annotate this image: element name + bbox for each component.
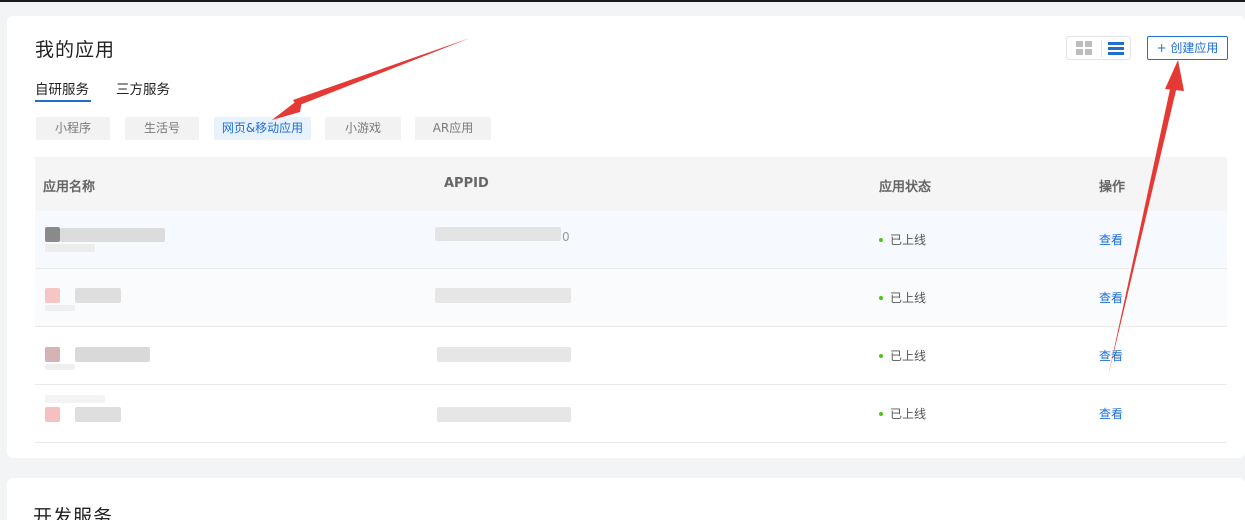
my-apps-card: 我的应用 自研服务 三方服务 小程序 生活号 网页&移动应用 小游戏 AR应用 … — [7, 16, 1245, 458]
dev-services-card: 开发服务 — [7, 478, 1245, 520]
tab-self-developed[interactable]: 自研服务 — [35, 78, 89, 98]
filter-mini-game[interactable]: 小游戏 — [325, 117, 401, 140]
status-dot — [879, 295, 883, 300]
appid-redacted — [437, 407, 571, 422]
status-dot — [879, 411, 883, 416]
status-badge: 已上线 — [879, 347, 926, 364]
app-name-redacted — [75, 407, 121, 422]
app-icon-redacted — [45, 347, 60, 362]
status-badge: 已上线 — [879, 405, 926, 422]
appid-tail: 0 — [562, 230, 570, 244]
column-header-action: 操作 — [1099, 180, 1126, 195]
filter-mini-program[interactable]: 小程序 — [36, 117, 110, 140]
filter-life-account[interactable]: 生活号 — [125, 117, 199, 140]
app-icon-redacted — [45, 227, 60, 242]
active-tab-underline — [35, 100, 91, 102]
app-name-redacted — [45, 244, 95, 252]
status-badge: 已上线 — [879, 289, 926, 306]
appid-redacted — [435, 288, 571, 303]
app-name-redacted — [75, 347, 150, 362]
view-toggle — [1066, 36, 1131, 60]
app-icon-redacted — [45, 407, 60, 422]
appid-redacted — [437, 347, 571, 362]
app-name-redacted — [45, 395, 105, 403]
table-header: 应用名称 APPID 应用状态 操作 — [35, 157, 1227, 211]
filter-ar-app[interactable]: AR应用 — [415, 117, 491, 140]
page-title: 我的应用 — [35, 39, 116, 61]
table-row: 已上线 查看 — [35, 385, 1227, 443]
filter-web-mobile-app[interactable]: 网页&移动应用 — [214, 117, 311, 140]
status-text: 已上线 — [890, 291, 927, 305]
apps-table: 应用名称 APPID 应用状态 操作 0 已上线 查看 已上线 查看 已上线 查… — [35, 157, 1227, 443]
status-text: 已上线 — [890, 407, 927, 421]
column-header-status: 应用状态 — [879, 180, 932, 195]
column-header-appid: APPID — [444, 176, 489, 191]
status-text: 已上线 — [890, 233, 927, 247]
tab-third-party[interactable]: 三方服务 — [116, 78, 170, 98]
view-link[interactable]: 查看 — [1099, 289, 1123, 306]
window-top-border — [0, 0, 1245, 2]
grid-view-icon[interactable] — [1072, 39, 1096, 58]
status-text: 已上线 — [890, 349, 927, 363]
list-view-icon[interactable] — [1104, 39, 1128, 58]
status-dot — [879, 353, 883, 358]
view-link[interactable]: 查看 — [1099, 231, 1123, 248]
app-name-redacted — [75, 288, 121, 303]
table-row: 0 已上线 查看 — [35, 211, 1227, 269]
app-name-redacted — [60, 228, 165, 242]
section-title-dev-services: 开发服务 — [33, 506, 114, 520]
view-toggle-divider — [1101, 40, 1102, 57]
app-name-redacted — [45, 364, 75, 370]
view-link[interactable]: 查看 — [1099, 347, 1123, 364]
create-app-button[interactable]: + 创建应用 — [1147, 36, 1228, 60]
status-dot — [879, 237, 883, 242]
status-badge: 已上线 — [879, 231, 926, 248]
app-name-redacted — [45, 305, 75, 311]
column-header-app-name: 应用名称 — [43, 180, 96, 195]
appid-redacted — [435, 227, 561, 241]
table-row: 已上线 查看 — [35, 269, 1227, 327]
view-link[interactable]: 查看 — [1099, 405, 1123, 422]
table-row: 已上线 查看 — [35, 327, 1227, 385]
app-icon-redacted — [45, 288, 60, 303]
